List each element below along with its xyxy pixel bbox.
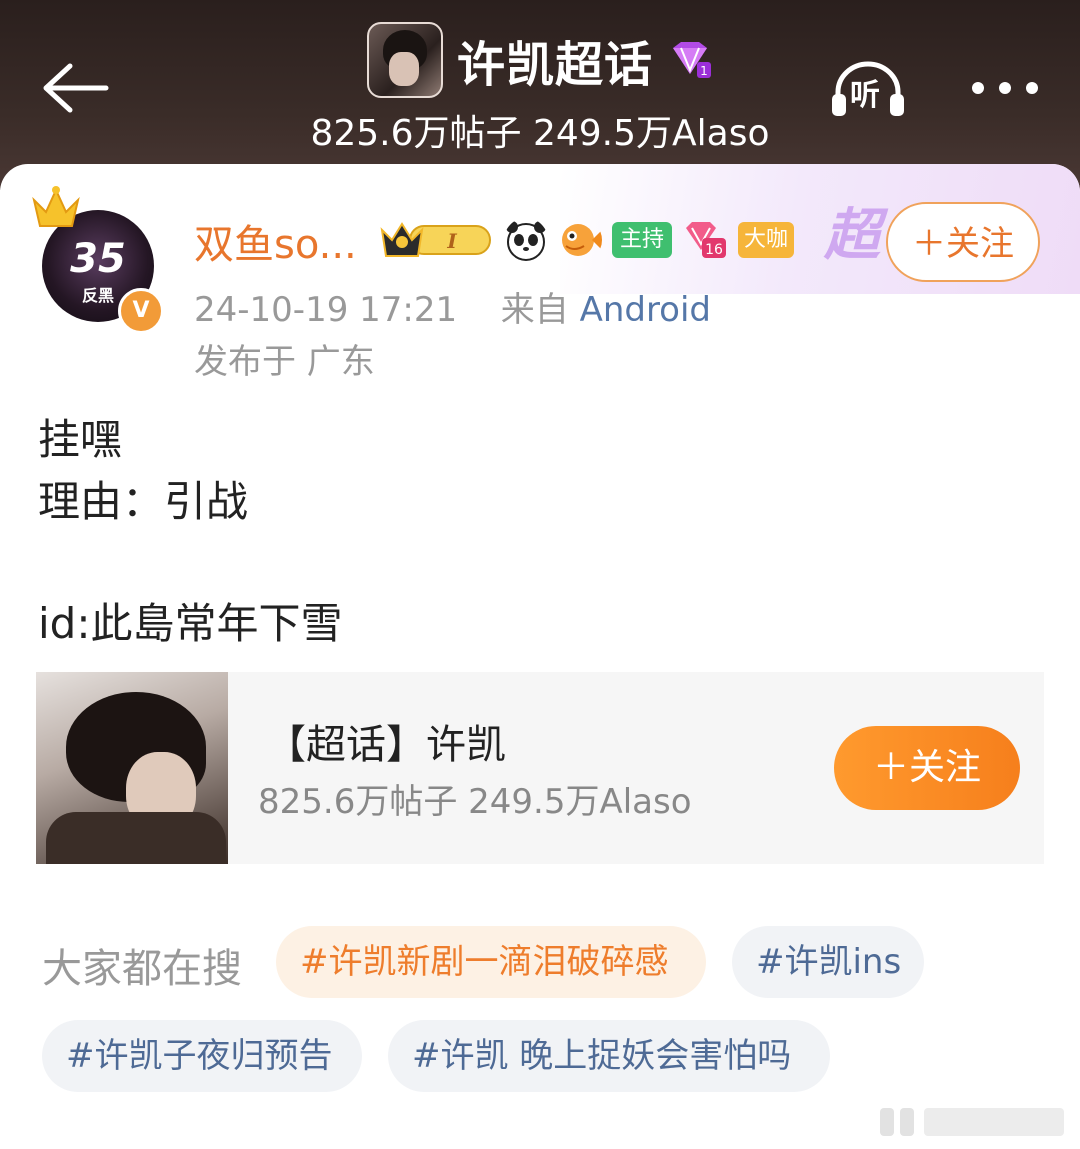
- trending-search-label: 大家都在搜: [42, 946, 242, 992]
- host-badge: 主持: [612, 222, 673, 258]
- author-name[interactable]: 双鱼so...: [194, 212, 357, 270]
- post-time: 24-10-19 17:21: [194, 290, 458, 330]
- search-chip[interactable]: #许凯 晚上捉妖会害怕吗: [388, 1020, 830, 1092]
- post-location: 发布于 广东: [194, 342, 375, 382]
- search-chip[interactable]: #许凯新剧一滴泪破碎感: [276, 926, 706, 998]
- diamond-icon: 1: [673, 42, 711, 78]
- crown-level: I: [446, 229, 457, 253]
- search-chip[interactable]: #许凯子夜归预告: [42, 1020, 362, 1092]
- post-source[interactable]: Android: [580, 290, 711, 330]
- post-text-line: id:此島常年下雪: [38, 599, 343, 648]
- super-topic-header: 许凯超话 1: [0, 22, 1080, 102]
- search-chip[interactable]: #许凯ins: [732, 926, 924, 998]
- more-menu-button[interactable]: [972, 78, 1038, 98]
- daka-badge: 大咖: [738, 222, 795, 258]
- avatar-number: 35: [70, 236, 126, 282]
- source-prefix: 来自: [500, 290, 569, 330]
- topic-stats: 825.6万帖子 249.5万Alaso: [258, 782, 692, 822]
- dot-icon: [972, 82, 984, 94]
- topic-cover-image: [36, 672, 228, 864]
- crown-icon: [32, 186, 80, 227]
- topic-follow-button[interactable]: ＋关注: [834, 726, 1020, 810]
- level-number: 16: [705, 242, 723, 258]
- panda-icon: [506, 221, 546, 261]
- listen-label: 听: [850, 78, 880, 113]
- dot-icon: [1026, 82, 1038, 94]
- topic-avatar[interactable]: [366, 22, 443, 98]
- page-title: 许凯超话: [456, 37, 653, 93]
- dot-icon: [999, 82, 1011, 94]
- listen-button[interactable]: 听: [830, 60, 906, 120]
- topic-title: 【超话】许凯: [266, 722, 506, 768]
- post-meta: 24-10-19 17:21 来自 Android: [194, 282, 711, 331]
- follow-button[interactable]: ＋关注: [886, 202, 1040, 282]
- level-badge: 16: [686, 222, 727, 258]
- post-text-line: 挂嘿: [38, 415, 123, 464]
- verified-badge: V: [118, 288, 164, 334]
- author-badges: I 主持 16 大咖: [380, 218, 795, 262]
- watermark-logo: [880, 1108, 1064, 1136]
- super-topic-card[interactable]: 【超话】许凯 825.6万帖子 249.5万Alaso ＋关注: [36, 672, 1044, 864]
- member-crown-badge: I: [380, 222, 491, 257]
- fish-icon: [562, 224, 602, 256]
- super-topic-mark: 超: [824, 203, 880, 268]
- post-text-line: 理由：引战: [38, 477, 249, 526]
- header-stats: 825.6万帖子 249.5万Alaso: [310, 113, 770, 154]
- svg-text:1: 1: [700, 64, 708, 78]
